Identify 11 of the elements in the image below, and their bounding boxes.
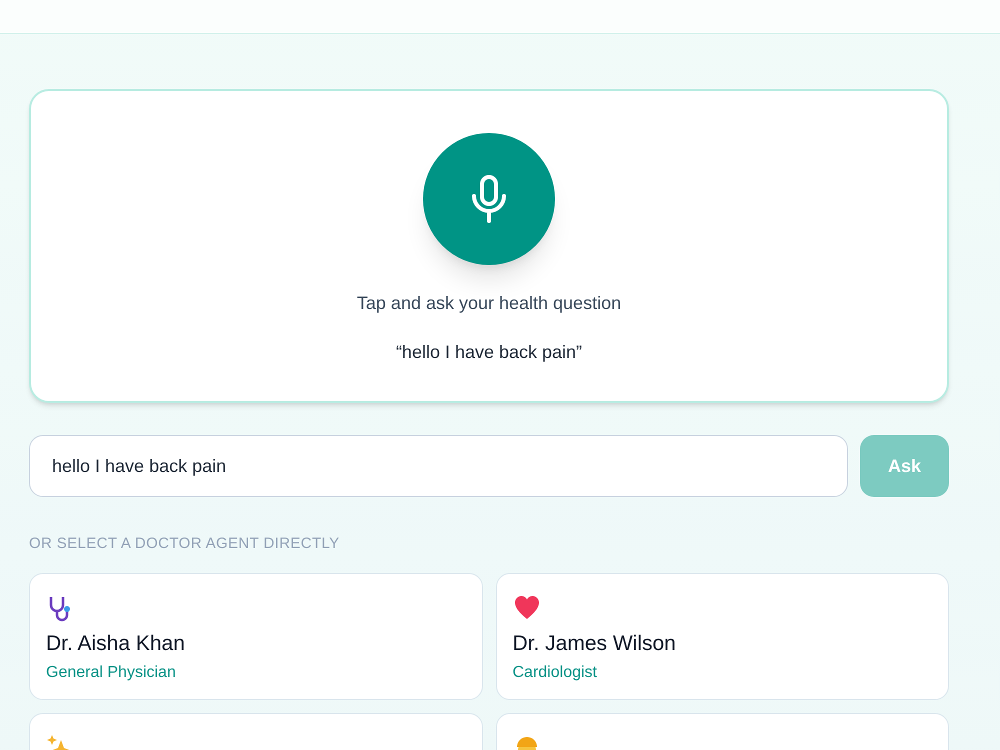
doctor-name: Dr. James Wilson [512,630,677,656]
heart-icon [512,594,540,622]
doctor-specialty: General Physician [46,663,177,683]
microphone-icon [470,174,508,224]
voice-prompt: Tap and ask your health question [356,292,622,315]
doctor-card[interactable]: Dr. James Wilson Cardiologist [496,572,949,700]
doctor-specialty: Cardiologist [512,663,598,683]
transcript-text: “hello I have back pain” [396,341,582,364]
doctor-card[interactable]: Dr. Aisha Khan General Physician [29,572,482,700]
doctor-name: Dr. Aisha Khan [46,630,186,656]
section-label: OR SELECT A DOCTOR AGENT DIRECTLY [29,534,341,554]
